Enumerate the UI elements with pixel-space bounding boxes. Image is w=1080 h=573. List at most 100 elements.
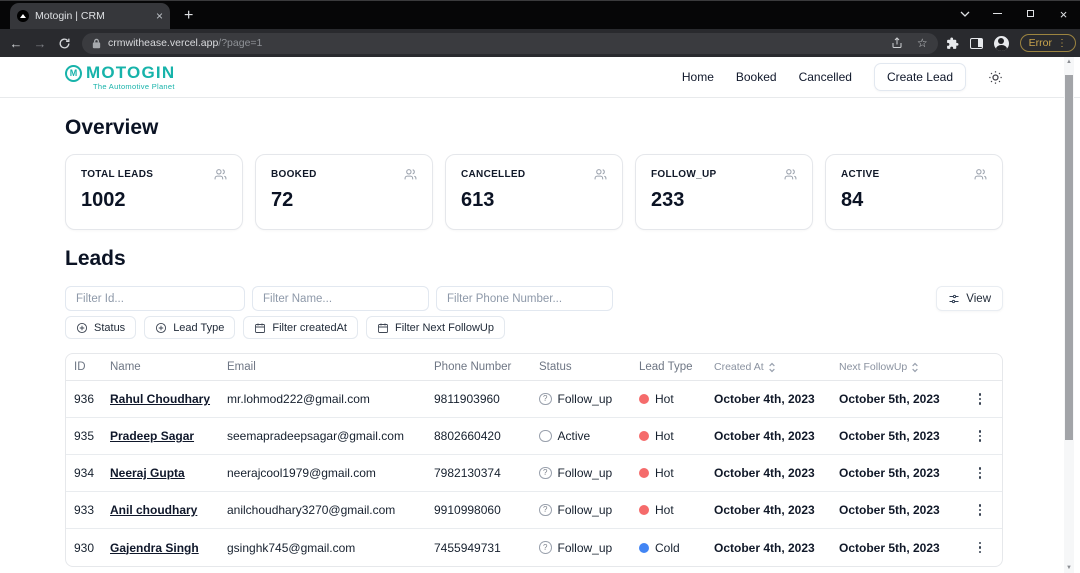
stat-card-total-leads: TOTAL LEADS 1002	[65, 154, 243, 230]
cell-lead-type: Hot	[631, 503, 706, 517]
window-minimize-button[interactable]	[981, 9, 1014, 20]
forward-button[interactable]: →	[28, 36, 52, 51]
scroll-down-icon[interactable]: ▼	[1064, 565, 1074, 571]
kebab-menu-icon	[978, 430, 982, 442]
sort-icon	[912, 362, 919, 372]
cell-created-at: October 4th, 2023	[714, 540, 815, 555]
nav-cancelled[interactable]: Cancelled	[799, 70, 852, 84]
col-lead-type: Lead Type	[639, 361, 693, 373]
nav-booked[interactable]: Booked	[736, 70, 777, 84]
col-id: ID	[74, 361, 86, 373]
filter-chips: Status Lead Type Filter createdAt Filter…	[65, 316, 1003, 339]
table-row[interactable]: 933 Anil choudhary anilchoudhary3270@gma…	[66, 492, 1002, 529]
table-row[interactable]: 935 Pradeep Sagar seemapradeepsagar@gmai…	[66, 418, 1002, 455]
row-actions-button[interactable]	[956, 504, 1002, 516]
row-actions-button[interactable]	[956, 541, 1002, 554]
extensions-icon[interactable]	[946, 37, 959, 50]
cell-created-at: October 4th, 2023	[714, 392, 815, 406]
cell-status: Follow_up	[531, 503, 631, 517]
cell-lead-type: Hot	[631, 429, 706, 443]
table-body: 936 Rahul Choudhary mr.lohmod222@gmail.c…	[66, 381, 1002, 566]
window-close-button[interactable]: ×	[1047, 8, 1080, 21]
new-tab-button[interactable]: +	[184, 8, 193, 24]
lead-name-link[interactable]: Pradeep Sagar	[110, 429, 194, 443]
kebab-menu-icon	[978, 467, 982, 479]
cell-name: Neeraj Gupta	[102, 466, 219, 480]
logo-text: MOTOGIN	[86, 63, 176, 82]
reload-button[interactable]	[52, 36, 76, 51]
filter-id-input[interactable]	[65, 286, 245, 311]
next-followup-filter-button[interactable]: Filter Next FollowUp	[365, 316, 505, 339]
lead-name-link[interactable]: Neeraj Gupta	[110, 466, 185, 480]
bookmark-star-icon[interactable]: ☆	[917, 36, 928, 50]
cell-id: 935	[74, 429, 95, 443]
lead-name-link[interactable]: Rahul Choudhary	[110, 392, 210, 406]
view-button[interactable]: View	[936, 286, 1003, 311]
users-icon	[974, 169, 987, 180]
filter-name-input[interactable]	[252, 286, 429, 311]
lead-name-link[interactable]: Gajendra Singh	[110, 541, 199, 555]
row-actions-button[interactable]	[956, 430, 1002, 442]
lead-type-dot	[639, 394, 649, 404]
address-bar[interactable]: crmwithease.vercel.app/?page=1 ☆	[82, 32, 938, 54]
cell-status: Active	[531, 429, 631, 443]
cell-lead-type: Hot	[631, 392, 706, 406]
stat-card-cancelled: CANCELLED 613	[445, 154, 623, 230]
tab-close-icon[interactable]: ×	[156, 10, 163, 22]
stat-card-follow-up: FOLLOW_UP 233	[635, 154, 813, 230]
lead-name-link[interactable]: Anil choudhary	[110, 503, 197, 517]
side-panel-icon[interactable]	[969, 37, 983, 49]
stat-card-booked: BOOKED 72	[255, 154, 433, 230]
row-actions-button[interactable]	[956, 467, 1002, 479]
col-created-at[interactable]: Created At	[706, 361, 831, 373]
logo[interactable]: M MOTOGIN The Automotive Planet	[65, 63, 175, 91]
table-header-row: ID Name Email Phone Number Status Lead T…	[66, 354, 1002, 381]
col-name: Name	[110, 361, 141, 373]
cell-status: Follow_up	[531, 541, 631, 555]
window-maximize-button[interactable]	[1014, 9, 1047, 20]
cell-email: seemapradeepsagar@gmail.com	[227, 429, 404, 443]
profile-avatar[interactable]	[993, 35, 1009, 51]
cell-phone: 7982130374	[434, 466, 501, 480]
back-button[interactable]: ←	[4, 36, 28, 51]
url-path: /?page=1	[218, 37, 263, 49]
theme-toggle-sun-icon[interactable]	[988, 70, 1003, 85]
browser-tab[interactable]: Motogin | CRM ×	[10, 3, 170, 29]
share-icon[interactable]	[891, 37, 903, 49]
table-row[interactable]: 936 Rahul Choudhary mr.lohmod222@gmail.c…	[66, 381, 1002, 418]
created-at-filter-button[interactable]: Filter createdAt	[243, 316, 358, 339]
status-icon	[539, 503, 552, 517]
table-row[interactable]: 934 Neeraj Gupta neerajcool1979@gmail.co…	[66, 455, 1002, 492]
cell-email: gsinghk745@gmail.com	[227, 540, 356, 555]
cell-next-followup: October 5th, 2023	[839, 466, 940, 480]
lead-type-filter-button[interactable]: Lead Type	[144, 316, 236, 339]
users-icon	[214, 169, 227, 180]
col-next-followup[interactable]: Next FollowUp	[831, 361, 956, 373]
logo-icon: M	[65, 64, 82, 82]
kebab-menu-icon	[978, 393, 982, 405]
scrollbar-thumb[interactable]	[1065, 75, 1073, 440]
users-icon	[404, 169, 417, 180]
cell-id: 933	[74, 503, 95, 517]
nav-home[interactable]: Home	[682, 70, 714, 84]
browser-menu-icon[interactable]: ⋮	[1057, 38, 1067, 49]
create-lead-button[interactable]: Create Lead	[873, 63, 966, 91]
cell-phone: 8802660420	[434, 429, 501, 443]
filter-phone-input[interactable]	[436, 286, 613, 311]
cell-name: Gajendra Singh	[102, 541, 219, 555]
table-row[interactable]: 930 Gajendra Singh gsinghk745@gmail.com …	[66, 529, 1002, 566]
col-email: Email	[227, 361, 256, 373]
calendar-icon	[255, 323, 266, 333]
lock-icon	[92, 38, 101, 48]
status-icon	[539, 429, 552, 443]
window-menu-icon[interactable]	[948, 9, 981, 20]
row-actions-button[interactable]	[956, 393, 1002, 405]
page-scrollbar[interactable]: ▲ ▼	[1064, 57, 1074, 573]
cell-phone: 9811903960	[434, 392, 500, 406]
cell-next-followup: October 5th, 2023	[839, 392, 940, 406]
status-filter-button[interactable]: Status	[65, 316, 137, 339]
cell-phone: 7455949731	[434, 540, 501, 555]
error-badge[interactable]: Error ⋮	[1019, 34, 1076, 52]
scroll-up-icon[interactable]: ▲	[1064, 59, 1074, 65]
users-icon	[594, 169, 607, 180]
